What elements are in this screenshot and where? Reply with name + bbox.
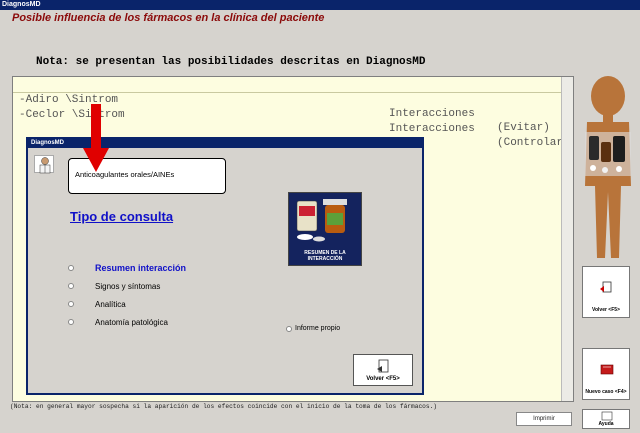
radio-icon[interactable]: [68, 319, 74, 325]
radio-icon[interactable]: [68, 283, 74, 289]
radio-icon[interactable]: [68, 301, 74, 307]
option-label: Analítica: [95, 300, 126, 309]
image-caption: RESUMEN DE LA INTERACCIÓN: [304, 250, 346, 262]
nuevo-caso-label: Nuevo caso <F4>: [585, 389, 627, 395]
document-back-icon: [600, 281, 612, 293]
page-heading: Posible influencia de los fármacos en la…: [12, 12, 325, 24]
list-item-action: (Evitar): [497, 122, 550, 134]
radio-icon[interactable]: [286, 326, 292, 332]
nota-text: Nota: se presentan las posibilidades des…: [36, 56, 426, 68]
ayuda-label: Ayuda: [598, 421, 614, 427]
radio-icon[interactable]: [68, 265, 74, 271]
list-item-type: Interacciones: [389, 123, 475, 135]
book-icon: [600, 364, 614, 375]
resumen-interaccion-image[interactable]: RESUMEN DE LA INTERACCIÓN: [288, 192, 362, 266]
list-item-action: (Controlar: [497, 137, 564, 149]
help-book-icon: [601, 411, 613, 421]
window-title: DiagnosMD: [0, 0, 640, 10]
volver-label: Volver <F5>: [592, 307, 620, 313]
volver-button[interactable]: Volver <F5>: [582, 266, 630, 318]
tipo-consulta-link[interactable]: Tipo de consulta: [70, 209, 173, 224]
dialog-volver-button[interactable]: Volver <F5>: [353, 354, 413, 386]
doctor-icon: [34, 155, 54, 174]
imprimir-button[interactable]: Imprimir: [516, 412, 572, 426]
nuevo-caso-button[interactable]: Nuevo caso <F4>: [582, 348, 630, 400]
footnote: (Nota: en general mayor sospecha si la a…: [10, 403, 438, 410]
option-label: Signos y síntomas: [95, 282, 161, 291]
list-scrollbar[interactable]: ▲ ▼: [561, 77, 573, 401]
option-label: Resumen interacción: [95, 263, 187, 273]
list-item[interactable]: -Adiro \Sintrom Interacciones (Evitar): [13, 79, 563, 134]
option-label: Anatomía patológica: [95, 318, 168, 327]
consulta-dialog: DiagnosMD Anticoagulantes orales/AINEs T…: [26, 137, 424, 395]
dialog-volver-label: Volver <F5>: [366, 376, 400, 382]
document-back-icon: [377, 359, 389, 373]
red-arrow-icon: [83, 104, 109, 172]
ayuda-button[interactable]: Ayuda: [582, 409, 630, 429]
option-label: Informe propio: [295, 325, 341, 332]
list-item-type: Interacciones: [389, 108, 475, 120]
human-figure-icon: [585, 76, 631, 258]
